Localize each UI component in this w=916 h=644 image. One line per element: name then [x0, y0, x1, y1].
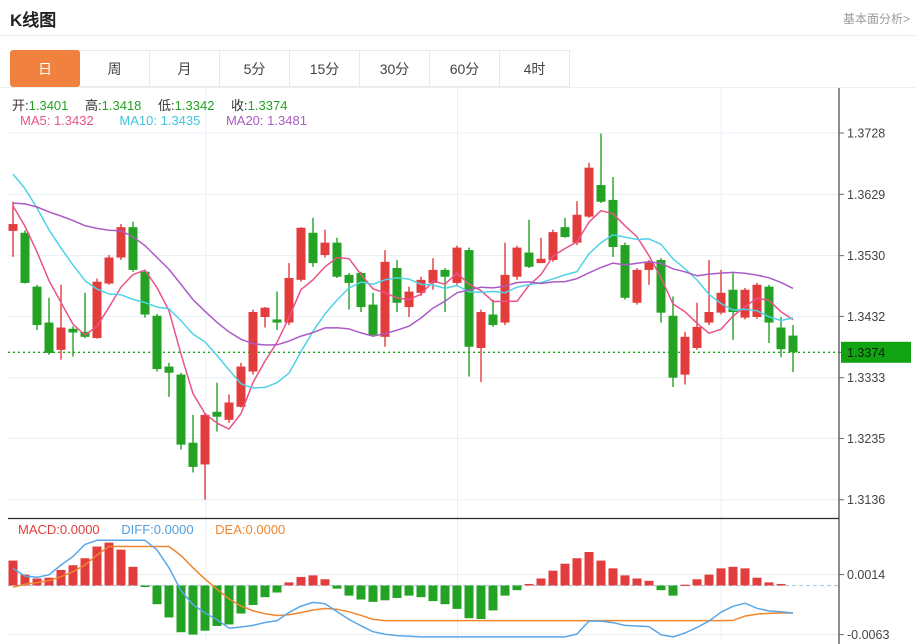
price-tick-label: 1.3629 — [847, 188, 885, 202]
gridlines — [8, 88, 839, 640]
price-tick-label: 1.3432 — [847, 310, 885, 324]
low-label: 低: — [158, 98, 175, 113]
close-label: 收: — [231, 98, 248, 113]
diff-value-legend: DIFF:0.0000 — [121, 522, 193, 537]
axis-labels: 1.3728 1.3629 1.3530 1.3432 1.3333 1.3235 1.31… — [839, 127, 889, 643]
macd-legend: MACD:0.0000 DIFF:0.0000 DEA:0.0000 — [18, 522, 285, 537]
high-value: 1.3418 — [102, 98, 142, 113]
price-tick-label: 1.3728 — [847, 127, 885, 141]
price-tick-label: 1.3530 — [847, 249, 885, 263]
ma20-legend: MA20: 1.3481 — [226, 113, 307, 128]
dea-value-legend: DEA:0.0000 — [215, 522, 285, 537]
ma-legend: MA5: 1.3432 MA10: 1.3435 MA20: 1.3481 — [20, 113, 307, 128]
high-label: 高: — [85, 98, 102, 113]
current-price-badge-label: 1.3374 — [847, 346, 885, 360]
price-tick-label: 1.3235 — [847, 432, 885, 446]
macd-tick-label: 0.0014 — [847, 568, 885, 582]
ma10-legend: MA10: 1.3435 — [119, 113, 200, 128]
close-value: 1.3374 — [248, 98, 288, 113]
open-value: 1.3401 — [29, 98, 69, 113]
macd-tick-label: -0.0063 — [847, 628, 889, 642]
open-label: 开: — [12, 98, 29, 113]
price-tick-label: 1.3136 — [847, 493, 885, 507]
ohlc-legend: 开:1.3401 高:1.3418 低:1.3342 收:1.3374 — [12, 95, 300, 114]
ma5-legend: MA5: 1.3432 — [20, 113, 94, 128]
price-tick-label: 1.3333 — [847, 371, 885, 385]
macd-value-legend: MACD:0.0000 — [18, 522, 100, 537]
low-value: 1.3342 — [175, 98, 215, 113]
